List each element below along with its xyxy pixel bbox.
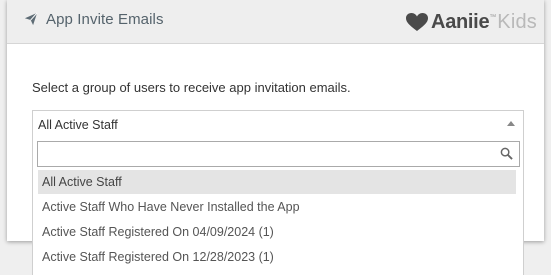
heart-icon: [406, 13, 429, 31]
dropdown-option[interactable]: Active Staff Who Have Never Installed th…: [38, 195, 516, 219]
instruction-text: Select a group of users to receive app i…: [32, 80, 351, 95]
dropdown-option[interactable]: Active Staff Registered On 12/28/2023 (1…: [38, 245, 516, 269]
backdrop-left: [0, 0, 7, 275]
modal-title: App Invite Emails: [46, 11, 164, 28]
selected-value: All Active Staff: [38, 118, 118, 132]
dropdown-option[interactable]: Active Staff Registered On 04/09/2024 (1…: [38, 220, 516, 244]
caret-up-icon[interactable]: [507, 121, 515, 126]
modal-header: App Invite Emails Aaniie ™ Kids: [7, 0, 544, 44]
logo-trademark: ™: [489, 13, 497, 21]
user-group-select[interactable]: All Active Staff: [32, 110, 524, 138]
aaniie-kids-logo: Aaniie ™ Kids: [405, 9, 537, 35]
backdrop-right: [544, 0, 551, 275]
logo-brand-text: Aaniie: [431, 10, 490, 33]
dropdown-search-box[interactable]: [37, 141, 520, 167]
search-icon: [500, 147, 513, 160]
paper-plane-icon: [24, 12, 38, 26]
user-group-dropdown: All Active Staff Active Staff Who Have N…: [32, 137, 524, 275]
logo-sub-text: Kids: [497, 10, 537, 33]
dropdown-option[interactable]: All Active Staff: [38, 170, 516, 194]
dropdown-search-input[interactable]: [38, 142, 501, 164]
